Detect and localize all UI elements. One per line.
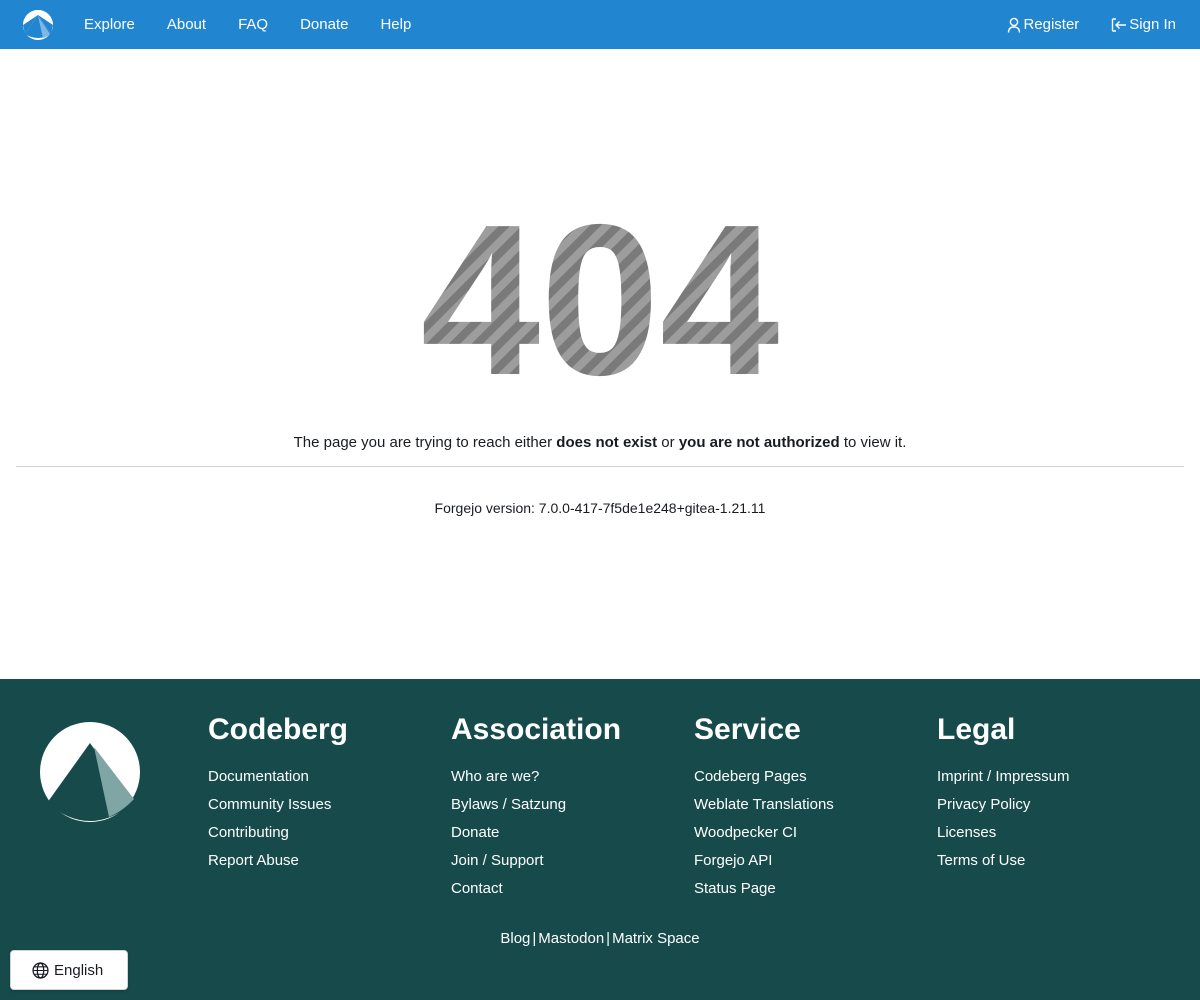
sign-in-icon <box>1112 17 1127 32</box>
footer-link[interactable]: Contact <box>451 875 681 903</box>
footer-link[interactable]: Licenses <box>937 819 1167 847</box>
error-message-middle: or <box>657 434 679 451</box>
footer-link[interactable]: Who are we? <box>451 763 681 791</box>
auth-links: Register Sign In <box>991 0 1192 49</box>
error-code-svg: 404 <box>421 189 780 379</box>
codeberg-logo-icon[interactable] <box>22 9 54 41</box>
footer-column-service: Service Codeberg Pages Weblate Translation… <box>694 709 924 903</box>
footer-link[interactable]: Woodpecker CI <box>694 819 924 847</box>
footer-link[interactable]: Documentation <box>208 763 438 791</box>
globe-icon <box>32 961 49 979</box>
error-message: The page you are trying to reach either … <box>0 434 1200 451</box>
divider <box>16 466 1184 467</box>
footer-link[interactable]: Bylaws / Satzung <box>451 791 681 819</box>
nav-link-explore[interactable]: Explore <box>68 0 151 49</box>
footer-link[interactable]: Weblate Translations <box>694 791 924 819</box>
footer-link[interactable]: Forgejo API <box>694 847 924 875</box>
top-navbar: Explore About FAQ Donate Help Register Sign … <box>0 0 1200 49</box>
footer-link[interactable]: Imprint / Impressum <box>937 763 1167 791</box>
footer-column-title: Service <box>694 713 801 746</box>
version-text: Forgejo version: 7.0.0-417-7f5de1e248+gi… <box>434 500 766 516</box>
footer-link[interactable]: Status Page <box>694 875 924 903</box>
error-message-prefix: The page you are trying to reach either <box>293 434 557 451</box>
person-icon <box>1008 17 1021 33</box>
nav-link-faq[interactable]: FAQ <box>222 0 284 49</box>
main-nav-links: Explore About FAQ Donate Help <box>68 0 427 49</box>
footer-link[interactable]: Contributing <box>208 819 438 847</box>
error-message-bold-2: you are not authorized <box>678 434 840 451</box>
codeberg-logo-icon[interactable] <box>39 721 141 823</box>
error-message-bold-1: does not exist <box>556 434 658 451</box>
footer-link[interactable]: Join / Support <box>451 847 681 875</box>
footer: Codeberg Documentation Community Issues Con… <box>0 679 1200 1000</box>
sign-in-label: Sign In <box>1129 16 1176 33</box>
footer-column-codeberg: Codeberg Documentation Community Issues Con… <box>208 709 438 875</box>
sign-in-link[interactable]: Sign In <box>1095 0 1192 49</box>
footer-column-association: Association Who are we? Bylaws / Satzung Do… <box>451 709 681 903</box>
footer-column-title: Association <box>451 713 622 746</box>
nav-link-about[interactable]: About <box>151 0 222 49</box>
nav-link-help[interactable]: Help <box>364 0 427 49</box>
register-label: Register <box>1023 16 1080 33</box>
nav-link-donate[interactable]: Donate <box>284 0 364 49</box>
footer-column-title: Legal <box>937 713 1016 746</box>
footer-bottom-link-matrix-space[interactable]: Matrix Space <box>612 930 700 947</box>
footer-bottom-link-mastodon[interactable]: Mastodon <box>538 930 604 947</box>
language-label: English <box>54 961 104 979</box>
register-link[interactable]: Register <box>991 0 1095 49</box>
footer-column-legal: Legal Imprint / Impressum Privacy Policy Li… <box>937 709 1167 875</box>
link-separator: | <box>606 930 611 947</box>
language-selector[interactable]: English <box>10 950 128 990</box>
footer-link[interactable]: Donate <box>451 819 681 847</box>
footer-column-title: Codeberg <box>208 713 349 746</box>
footer-link[interactable]: Codeberg Pages <box>694 763 924 791</box>
error-code-graphic: 404 <box>0 189 1200 384</box>
footer-link[interactable]: Privacy Policy <box>937 791 1167 819</box>
footer-bottom-links: Blog | Mastodon | Matrix Space <box>0 930 1200 947</box>
error-code-text: 404 <box>421 189 780 379</box>
footer-bottom-link-blog[interactable]: Blog <box>500 930 530 947</box>
error-message-suffix: to view it. <box>839 434 907 451</box>
main-content: 404 The page you are trying to reach eit… <box>0 49 1200 679</box>
footer-link[interactable]: Community Issues <box>208 791 438 819</box>
footer-link[interactable]: Terms of Use <box>937 847 1167 875</box>
footer-link[interactable]: Report Abuse <box>208 847 438 875</box>
